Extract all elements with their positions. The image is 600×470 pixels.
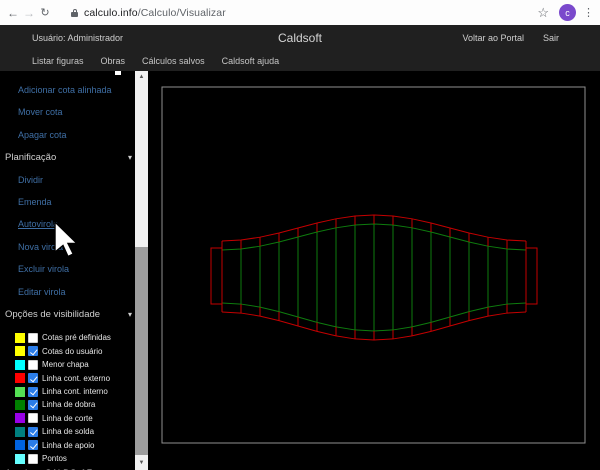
color-swatch — [15, 360, 25, 370]
visibility-option-row: Linha de corte — [15, 412, 150, 425]
visibility-option-label: Pontos — [42, 454, 67, 463]
app-window: ← → ↻ calculo.info/Calculo/Visualizar ☆ … — [0, 0, 600, 470]
color-swatch — [15, 400, 25, 410]
visibility-option-row: Linha cont. externo — [15, 371, 150, 384]
bookmark-star-icon[interactable]: ☆ — [537, 5, 549, 21]
visibility-option-row: Linha cont. interno — [15, 385, 150, 398]
visibility-option-label: Linha cont. externo — [42, 374, 110, 383]
visibility-option-row: Menor chapa — [15, 358, 150, 371]
visibility-checkbox[interactable] — [28, 454, 38, 464]
section-label: Opções de visibilidade — [5, 309, 100, 320]
sidebar-link[interactable]: Excluir virola — [18, 264, 150, 274]
visibility-option-label: Linha de corte — [42, 414, 93, 423]
main-nav: Listar figuras Obras Cálculos salvos Caldso… — [0, 50, 600, 71]
canvas-svg[interactable] — [150, 75, 600, 470]
sidebar-link[interactable]: Dividir — [18, 175, 150, 185]
chevron-down-icon: ▾ — [128, 152, 132, 163]
visibility-option-label: Linha cont. interno — [42, 387, 108, 396]
sidebar-link[interactable]: Adicionar cota alinhada — [18, 85, 150, 95]
nav-item[interactable]: Obras — [101, 56, 126, 66]
browser-reload-icon[interactable]: ↻ — [37, 6, 53, 19]
color-swatch — [15, 346, 25, 356]
visibility-option-row: Cotas pré definidas — [15, 331, 150, 344]
visibility-option-label: Linha de dobra — [42, 400, 95, 409]
address-bar[interactable]: calculo.info/Calculo/Visualizar — [84, 7, 226, 19]
sidebar-scrollbar[interactable]: ▲ ▼ — [135, 71, 148, 470]
browser-menu-icon[interactable]: ⋮ — [583, 6, 594, 19]
color-swatch — [15, 373, 25, 383]
color-swatch — [15, 413, 25, 423]
sidebar-section-header[interactable]: Opções de visibilidade ▾ — [5, 309, 132, 320]
weld-tab — [211, 248, 222, 304]
visibility-checkbox[interactable] — [28, 440, 38, 450]
ssl-lock-icon[interactable] — [71, 9, 78, 17]
visibility-option-label: Linha de apoio — [42, 441, 95, 450]
color-swatch — [15, 387, 25, 397]
browser-toolbar: ← → ↻ calculo.info/Calculo/Visualizar ☆ … — [0, 0, 600, 25]
visibility-option-label: Linha de solda — [42, 427, 94, 436]
sidebar-link[interactable]: Mover cota — [18, 107, 150, 117]
sidebar-link[interactable]: Apagar cota — [18, 130, 150, 140]
visibility-option-row: Linha de solda — [15, 425, 150, 438]
visibility-option-row: Linha de apoio — [15, 438, 150, 451]
visibility-checkbox[interactable] — [28, 360, 38, 370]
scrollbar-thumb[interactable] — [135, 247, 148, 455]
visibility-checkbox[interactable] — [28, 427, 38, 437]
visibility-option-row: Cotas do usuário — [15, 345, 150, 358]
color-swatch — [15, 454, 25, 464]
back-to-portal-link[interactable]: Voltar ao Portal — [462, 33, 524, 43]
browser-forward-icon: → — [21, 6, 37, 20]
visibility-checkbox[interactable] — [28, 346, 38, 356]
sidebar-link[interactable]: Emenda — [18, 197, 150, 207]
color-swatch — [15, 440, 25, 450]
visibility-checkbox[interactable] — [28, 333, 38, 343]
visibility-option-label: Cotas do usuário — [42, 347, 102, 356]
weld-tab — [526, 248, 537, 304]
nav-item[interactable]: Caldsoft ajuda — [222, 56, 280, 66]
sidebar-link[interactable]: Nova virola — [18, 242, 150, 252]
visibility-checkbox[interactable] — [28, 387, 38, 397]
chevron-down-icon: ▾ — [128, 309, 132, 320]
color-swatch — [15, 427, 25, 437]
visibility-option-row: Pontos — [15, 452, 150, 465]
logout-link[interactable]: Sair — [543, 33, 559, 43]
color-swatch — [15, 333, 25, 343]
sidebar-section-header[interactable]: Planificação ▾ — [5, 152, 132, 163]
visibility-option-label: Cotas pré definidas — [42, 333, 111, 342]
browser-back-icon[interactable]: ← — [5, 6, 21, 20]
visibility-checkbox[interactable] — [28, 413, 38, 423]
visibility-option-label: Menor chapa — [42, 360, 89, 369]
visibility-checkbox[interactable] — [28, 373, 38, 383]
sidebar-link[interactable]: Editar virola — [18, 287, 150, 297]
sidebar: Adicionar cota alinhada Mover cota Apagar … — [0, 71, 150, 470]
sidebar-link[interactable]: Autovirola — [18, 219, 150, 229]
nav-item[interactable]: Cálculos salvos — [142, 56, 205, 66]
visibility-option-row: Linha de dobra — [15, 398, 150, 411]
ui-artifact — [115, 71, 121, 75]
scroll-down-button[interactable]: ▼ — [135, 457, 148, 470]
nav-item[interactable]: Listar figuras — [32, 56, 84, 66]
url-path: /Calculo/Visualizar — [138, 7, 226, 19]
visibility-checkbox[interactable] — [28, 400, 38, 410]
scroll-up-button[interactable]: ▲ — [135, 71, 148, 84]
profile-avatar[interactable]: c — [559, 4, 576, 21]
drawing-canvas-area[interactable] — [150, 71, 600, 470]
section-label: Planificação — [5, 152, 56, 163]
url-domain: calculo.info — [84, 7, 138, 19]
app-header: Usuário: Administrador Caldsoft Voltar a… — [0, 25, 600, 71]
